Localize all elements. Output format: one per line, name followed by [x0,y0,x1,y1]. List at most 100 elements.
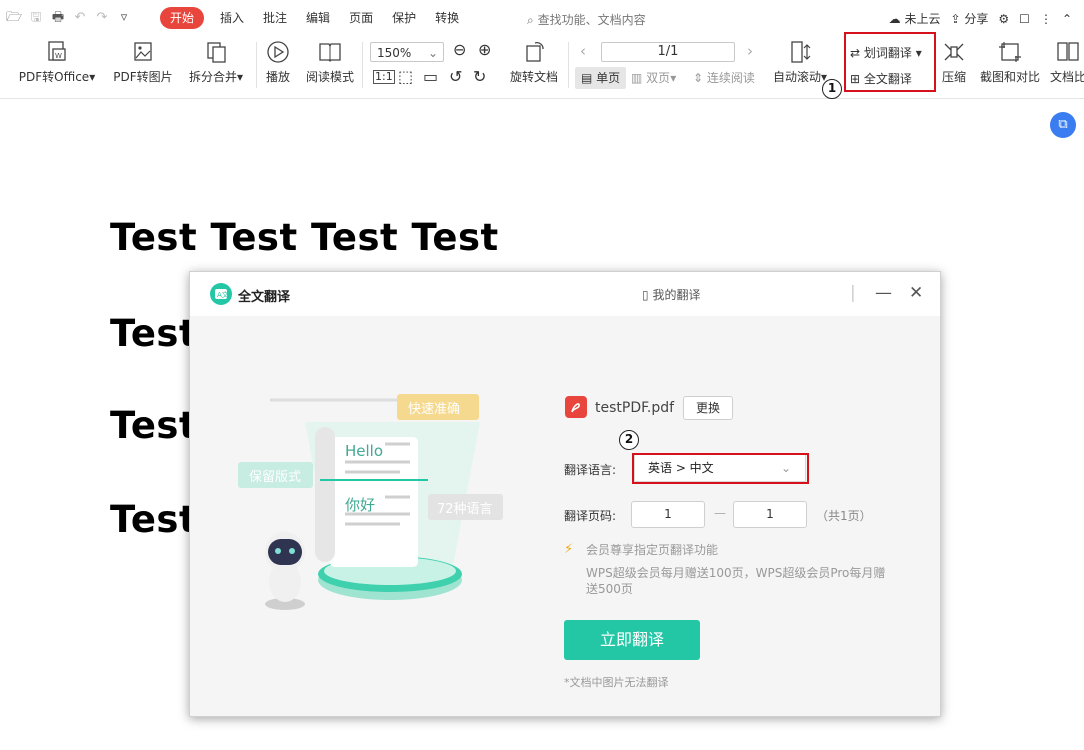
translate-app-icon: A文 [210,283,232,305]
title-bar: 🗁 🖫 🖶 ↶ ↷ ▿ 开始 插入 批注 编辑 页面 保护 转换 ⌕ 查找功能、… [0,0,1084,36]
minimize-icon[interactable]: — [875,284,892,302]
cloud-status[interactable]: ☁ 未上云 [889,10,941,27]
continuous-read-button[interactable]: ⇕ 连续阅读 [693,67,755,89]
header-right: ☁ 未上云 ⇪ 分享 ⚙ ☐ ⋮ ⌃ [889,10,1072,27]
auto-scroll-button[interactable]: 自动滚动▾ [772,40,828,85]
floating-icon: ⧉ [1058,117,1068,132]
print-icon[interactable]: 🖶 [50,10,66,26]
prev-page-icon[interactable]: ‹ [580,42,586,60]
more-icon[interactable]: ⋮ [1040,12,1052,26]
fit-width-icon[interactable]: ▭ [423,67,438,86]
pdf-file-icon [565,396,587,418]
rotate-right-icon[interactable]: ↻ [473,67,486,86]
doc-line-3: Test [110,404,198,447]
page-total: （共1页） [816,509,872,523]
doc-compare-button[interactable]: 文档比 [1050,40,1084,85]
search-box[interactable]: ⌕ 查找功能、文档内容 [527,11,646,28]
settings-icon[interactable]: ⚙ [998,12,1009,26]
fit-page-icon[interactable]: ⬚ [398,67,413,86]
zoom-select[interactable]: 150% ⌄ [370,42,444,62]
lang-label: 翻译语言: [564,463,617,477]
divider [568,42,569,88]
page-number-input[interactable]: 1/1 [601,42,735,62]
pdf-office-icon: W [48,41,66,61]
close-icon[interactable]: ✕ [909,284,923,302]
next-page-icon[interactable]: › [747,42,753,60]
open-folder-icon[interactable]: 🗁 [6,10,22,26]
screenshot-compare-button[interactable]: 截图和对比 [978,40,1042,85]
auto-scroll-icon [791,41,811,63]
search-placeholder: 查找功能、文档内容 [537,13,646,27]
compress-button[interactable]: 压缩 [940,40,968,85]
rotate-doc-icon [526,42,544,62]
tab-convert[interactable]: 转换 [435,7,459,29]
divider [256,42,257,88]
single-page-icon: ▤ [581,71,593,85]
save-icon[interactable]: 🖫 [28,10,44,26]
play-button[interactable]: 播放 [262,40,294,85]
split-merge-icon [207,42,226,63]
quick-access-toolbar: 🗁 🖫 🖶 ↶ ↷ ▿ [6,10,132,26]
step-badge-1: 1 [822,79,842,99]
single-page-button[interactable]: ▤ 单页 [575,67,627,89]
svg-text:W: W [55,52,62,60]
vip-desc-2: 送500页 [586,582,633,596]
tab-protect[interactable]: 保护 [392,7,416,29]
dialog-header: A文 全文翻译 ▯ 我的翻译 | — ✕ [190,272,940,316]
actual-size-icon[interactable]: 1:1 [373,70,395,84]
book-icon [319,43,341,62]
cloud-icon: ☁ [888,12,901,26]
read-mode-button[interactable]: 阅读模式 [305,40,355,85]
minimize-icon[interactable]: ⌃ [1062,12,1072,26]
change-file-button[interactable]: 更换 [683,396,733,420]
vip-icon: ⚡ [564,542,574,557]
compress-icon [944,43,964,61]
rotate-left-icon[interactable]: ↺ [449,67,462,86]
double-page-icon: ▥ [631,71,643,85]
pdf-to-image-button[interactable]: PDF转图片 [113,40,173,85]
tab-edit[interactable]: 编辑 [306,7,330,29]
continuous-icon: ⇕ [693,71,704,85]
dialog-title: 全文翻译 [238,290,291,305]
rotate-doc-button[interactable]: 旋转文档 [506,40,562,85]
redo-icon[interactable]: ↷ [94,10,110,26]
vip-title: 会员尊享指定页翻译功能 [586,543,719,557]
bubble-languages: 72种语言 [437,502,493,517]
vip-desc-1: WPS超级会员每月赠送100页，WPS超级会员Pro每月赠 [586,566,886,580]
chevron-down-icon: ⌄ [427,46,438,60]
screenshot-icon [999,42,1021,62]
document-icon: ▯ [642,288,649,302]
search-icon: ⌕ [527,13,534,27]
image-note: *文档中图片无法翻译 [564,676,669,689]
share-button[interactable]: ⇪ 分享 [951,10,989,27]
page-from-input[interactable]: 1 [631,501,705,528]
tab-start[interactable]: 开始 [160,7,205,29]
dropdown-icon[interactable]: ▿ [116,10,132,26]
zoom-out-icon[interactable]: ⊖ [453,40,466,59]
doc-line-2: Test [110,312,198,355]
undo-icon[interactable]: ↶ [72,10,88,26]
doc-compare-icon [1057,42,1079,61]
feedback-icon[interactable]: ☐ [1019,12,1030,26]
tab-page[interactable]: 页面 [349,7,373,29]
step-badge-2: 2 [619,430,639,450]
tab-annotate[interactable]: 批注 [263,7,287,29]
header-divider: | [850,283,856,303]
play-icon [267,41,289,63]
bubble-fast: 快速准确 [408,402,461,417]
my-translations-link[interactable]: ▯ 我的翻译 [642,286,700,303]
divider [362,42,363,88]
nihao-text: 你好 [345,496,376,514]
double-page-button[interactable]: ▥ 双页▾ [631,67,676,89]
doc-line-4: Test [110,498,198,541]
hello-text: Hello [345,442,384,460]
zoom-in-icon[interactable]: ⊕ [478,40,491,59]
pdf-to-office-button[interactable]: W PDF转Office▾ [18,40,96,85]
tab-insert[interactable]: 插入 [220,7,244,29]
share-icon: ⇪ [950,12,961,26]
page-to-input[interactable]: 1 [733,501,807,528]
floating-tool-button[interactable]: ⧉ [1050,112,1076,138]
translate-now-button[interactable]: 立即翻译 [564,620,700,660]
translate-highlight [844,32,936,92]
split-merge-button[interactable]: 拆分合并▾ [186,40,246,85]
